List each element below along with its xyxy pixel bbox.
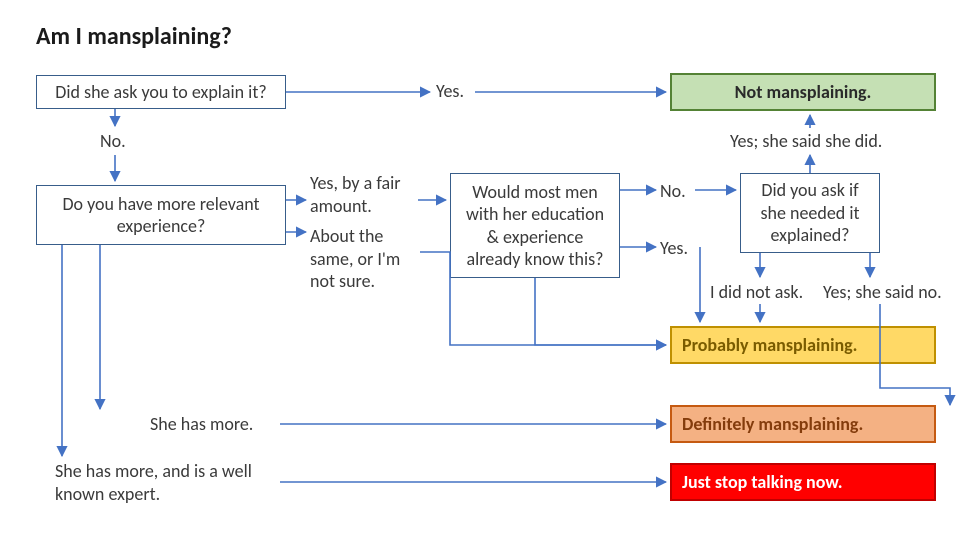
- label-no-2: No.: [660, 180, 686, 203]
- result-probably-mansplaining: Probably mansplaining.: [670, 326, 936, 364]
- result-just-stop-talking: Just stop talking now.: [670, 463, 936, 501]
- label-about-same: About the same, or I'm not sure.: [310, 225, 420, 293]
- result-definitely-mansplaining: Definitely mansplaining.: [670, 405, 936, 443]
- label-i-did-not-ask: I did not ask.: [710, 281, 803, 304]
- node-would-most-men: Would most men with her education & expe…: [450, 173, 620, 278]
- label-yes-she-said-no: Yes; she said no.: [823, 281, 942, 304]
- label-yes: Yes.: [436, 80, 464, 103]
- label-she-has-more: She has more.: [150, 413, 253, 436]
- label-yes-fair-amount: Yes, by a fair amount.: [310, 172, 420, 217]
- page-title: Am I mansplaining?: [36, 22, 232, 51]
- node-more-relevant-experience: Do you have more relevant experience?: [36, 185, 286, 245]
- label-yes-she-said-did: Yes; she said she did.: [730, 130, 882, 153]
- label-no: No.: [100, 130, 126, 153]
- label-she-has-more-expert: She has more, and is a well known expert…: [55, 460, 255, 505]
- node-did-she-ask: Did she ask you to explain it?: [36, 75, 286, 109]
- label-yes-2: Yes.: [660, 237, 688, 260]
- result-not-mansplaining: Not mansplaining.: [670, 73, 936, 111]
- flowchart-canvas: Am I mansplaining? Did she ask you to ex…: [0, 0, 976, 549]
- node-did-you-ask: Did you ask if she needed it explained?: [740, 173, 880, 253]
